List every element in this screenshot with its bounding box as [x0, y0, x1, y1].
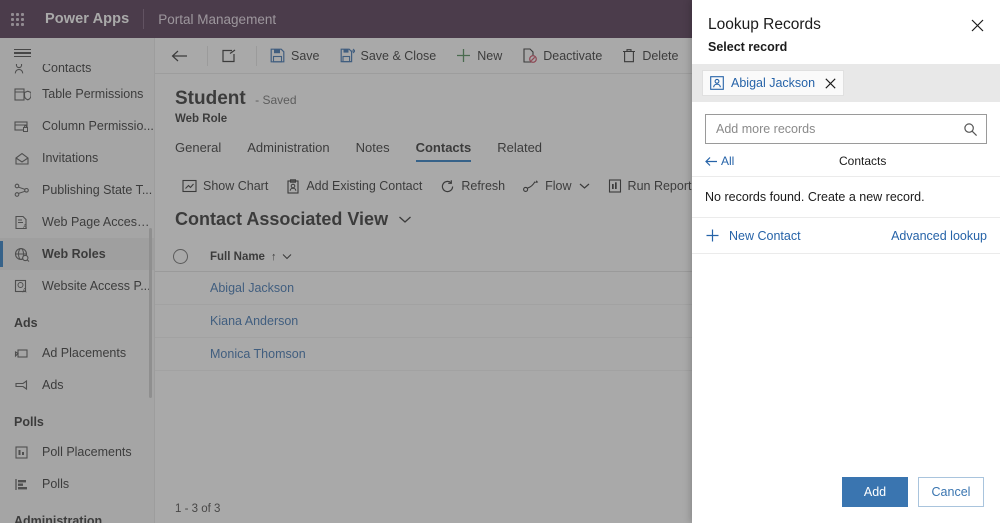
plus-icon — [705, 228, 720, 243]
back-arrow-icon — [705, 156, 718, 167]
lookup-search-box[interactable] — [705, 114, 987, 144]
advanced-lookup-link[interactable]: Advanced lookup — [891, 229, 987, 243]
all-records-link[interactable]: All — [705, 154, 734, 168]
close-icon[interactable] — [964, 12, 990, 38]
selected-records-band: Abigal Jackson — [692, 64, 1000, 102]
panel-title: Lookup Records — [708, 16, 821, 33]
panel-subtitle: Select record — [708, 40, 788, 54]
add-button[interactable]: Add — [842, 477, 908, 507]
lookup-actions-row: New Contact Advanced lookup — [692, 218, 1000, 254]
close-icon[interactable] — [822, 77, 839, 89]
panel-footer: Add Cancel — [692, 463, 1000, 523]
cancel-button[interactable]: Cancel — [918, 477, 984, 507]
chip-label: Abigal Jackson — [731, 76, 816, 90]
contact-record-icon — [710, 76, 724, 90]
search-area — [692, 102, 1000, 144]
search-icon[interactable] — [963, 122, 978, 137]
app-root: Power Apps Portal Management Contacts Ta… — [0, 0, 1000, 523]
lookup-nav-row: All Contacts — [692, 144, 1000, 177]
selected-record-chip[interactable]: Abigal Jackson — [702, 70, 845, 96]
empty-results-message: No records found. Create a new record. — [692, 177, 1000, 218]
lookup-group-label: Contacts — [839, 154, 887, 168]
search-input[interactable] — [716, 122, 963, 136]
new-contact-label: New Contact — [729, 228, 801, 243]
new-contact-button[interactable]: New Contact — [705, 228, 801, 243]
lookup-records-panel: Lookup Records Select record Abigal Jack… — [692, 0, 1000, 523]
all-link-label: All — [721, 154, 735, 168]
panel-header: Lookup Records Select record — [692, 0, 1000, 64]
modal-overlay[interactable] — [0, 0, 692, 523]
